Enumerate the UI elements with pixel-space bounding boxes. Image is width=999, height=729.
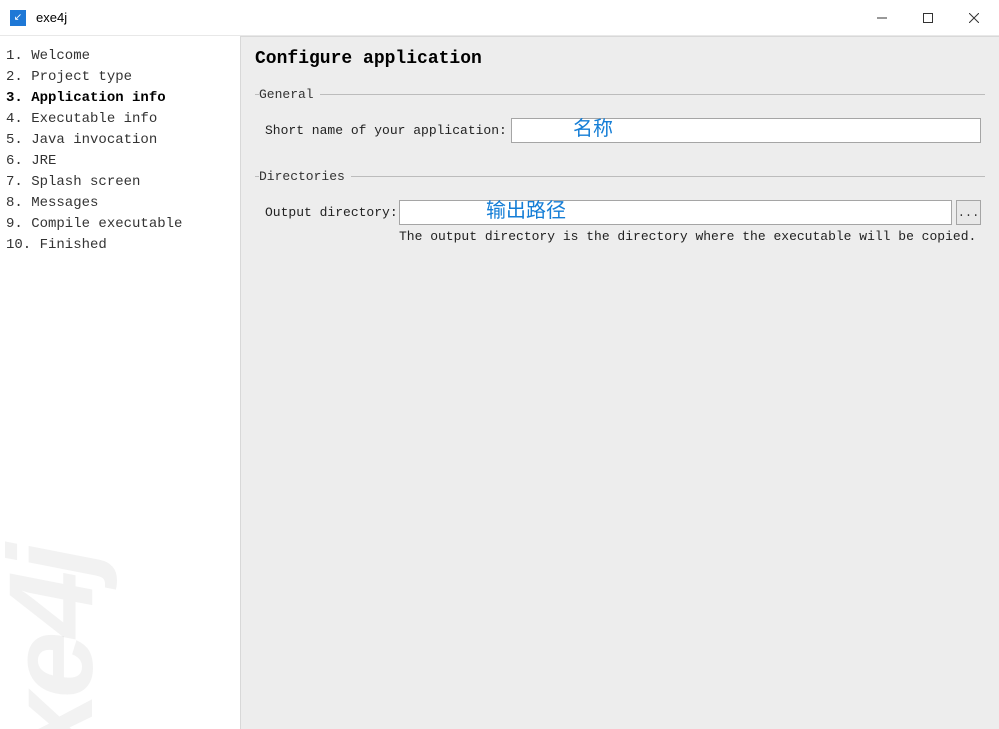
close-icon	[969, 13, 979, 23]
wizard-step-8[interactable]: 8. Messages	[6, 193, 234, 214]
wizard-step-4[interactable]: 4. Executable info	[6, 109, 234, 130]
wizard-sidebar: 1. Welcome2. Project type3. Application …	[0, 36, 240, 729]
wizard-step-10[interactable]: 10. Finished	[6, 235, 234, 256]
outputdir-input[interactable]	[399, 200, 952, 225]
window-title: exe4j	[36, 10, 67, 25]
shortname-label: Short name of your application:	[265, 123, 507, 138]
wizard-step-1[interactable]: 1. Welcome	[6, 46, 234, 67]
wizard-step-2[interactable]: 2. Project type	[6, 67, 234, 88]
titlebar: ↙ exe4j	[0, 0, 999, 36]
wizard-step-7[interactable]: 7. Splash screen	[6, 172, 234, 193]
minimize-button[interactable]	[859, 0, 905, 36]
group-directories-legend: Directories	[259, 169, 351, 184]
group-directories: Directories Output directory: ... The ou…	[255, 169, 985, 244]
row-shortname: Short name of your application:	[265, 118, 981, 143]
main-panel: Configure application General Short name…	[240, 36, 999, 729]
watermark-text: xe4j	[0, 549, 120, 729]
maximize-button[interactable]	[905, 0, 951, 36]
group-general-legend: General	[259, 87, 320, 102]
close-button[interactable]	[951, 0, 997, 36]
app-icon: ↙	[10, 10, 26, 26]
wizard-step-6[interactable]: 6. JRE	[6, 151, 234, 172]
wizard-step-5[interactable]: 5. Java invocation	[6, 130, 234, 151]
outputdir-browse-button[interactable]: ...	[956, 200, 981, 225]
group-general: General Short name of your application:	[255, 87, 985, 147]
wizard-step-9[interactable]: 9. Compile executable	[6, 214, 234, 235]
maximize-icon	[923, 13, 933, 23]
row-outputdir: Output directory: ...	[265, 200, 981, 225]
page-title: Configure application	[255, 49, 985, 69]
minimize-icon	[877, 13, 887, 23]
outputdir-label: Output directory:	[265, 205, 395, 220]
shortname-input[interactable]	[511, 118, 981, 143]
outputdir-hint: The output directory is the directory wh…	[399, 229, 981, 244]
wizard-step-3[interactable]: 3. Application info	[6, 88, 234, 109]
